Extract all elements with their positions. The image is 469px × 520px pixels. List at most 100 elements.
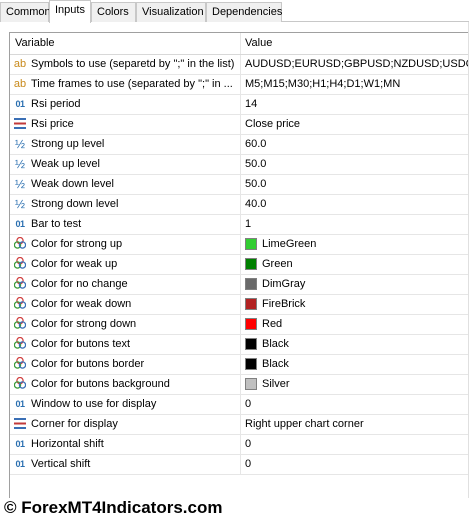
- value-cell[interactable]: AUDUSD;EURUSD;GBPUSD;NZDUSD;USDCH...: [242, 55, 469, 74]
- color-swatch: [245, 338, 257, 350]
- value-cell[interactable]: Right upper chart corner: [242, 415, 469, 434]
- value-cell[interactable]: M5;M15;M30;H1;H4;D1;W1;MN: [242, 75, 469, 94]
- table-row[interactable]: 01 Rsi period 14: [10, 95, 469, 115]
- variable-cell[interactable]: Color for butons background: [10, 375, 241, 394]
- table-row[interactable]: Color for weak down FireBrick: [10, 295, 469, 315]
- variable-name: Color for weak down: [31, 298, 132, 310]
- table-row[interactable]: Color for strong up LimeGreen: [10, 235, 469, 255]
- integer-icon: 01: [15, 439, 25, 449]
- value-cell[interactable]: Silver: [242, 375, 469, 394]
- variable-cell[interactable]: Color for strong down: [10, 315, 241, 334]
- color-swatch: [245, 278, 257, 290]
- double-icon: ½: [14, 197, 25, 211]
- variable-name: Window to use for display: [31, 398, 157, 410]
- column-header-variable[interactable]: Variable: [10, 33, 241, 54]
- variable-name: Weak up level: [31, 158, 100, 170]
- value-cell[interactable]: Black: [242, 335, 469, 354]
- table-row[interactable]: Rsi price Close price: [10, 115, 469, 135]
- variable-cell[interactable]: 01 Vertical shift: [10, 455, 241, 474]
- value-text: M5;M15;M30;H1;H4;D1;W1;MN: [245, 78, 401, 90]
- value-cell[interactable]: 50.0: [242, 155, 469, 174]
- table-row[interactable]: Corner for display Right upper chart corn…: [10, 415, 469, 435]
- table-row[interactable]: Color for no change DimGray: [10, 275, 469, 295]
- variable-cell[interactable]: 01 Bar to test: [10, 215, 241, 234]
- tab-bar: Common Inputs Colors Visualization Depen…: [0, 0, 469, 23]
- tab-label: Common: [6, 6, 51, 18]
- value-cell[interactable]: 0: [242, 435, 469, 454]
- variable-cell[interactable]: Color for strong up: [10, 235, 241, 254]
- table-row[interactable]: ab Symbols to use (separetd by ";" in the…: [10, 55, 469, 75]
- table-row[interactable]: ½ Strong down level 40.0: [10, 195, 469, 215]
- value-text: 0: [245, 458, 252, 470]
- variable-cell[interactable]: 01 Rsi period: [10, 95, 241, 114]
- variable-cell[interactable]: Color for weak up: [10, 255, 241, 274]
- tab-common[interactable]: Common: [0, 2, 51, 22]
- variable-cell[interactable]: Color for no change: [10, 275, 241, 294]
- table-row[interactable]: ab Time frames to use (separated by ";" i…: [10, 75, 469, 95]
- table-row[interactable]: ½ Weak up level 50.0: [10, 155, 469, 175]
- table-row[interactable]: Color for butons border Black: [10, 355, 469, 375]
- variable-cell[interactable]: ½ Weak down level: [10, 175, 241, 194]
- value-text: AUDUSD;EURUSD;GBPUSD;NZDUSD;USDCH...: [245, 58, 469, 70]
- variable-name: Symbols to use (separetd by ";" in the l…: [31, 58, 235, 70]
- variable-cell[interactable]: ab Time frames to use (separated by ";" i…: [10, 75, 241, 94]
- value-cell[interactable]: Green: [242, 255, 469, 274]
- table-row[interactable]: Color for butons text Black: [10, 335, 469, 355]
- value-cell[interactable]: Black: [242, 355, 469, 374]
- value-cell[interactable]: Close price: [242, 115, 469, 134]
- value-text: Green: [262, 258, 293, 270]
- variable-cell[interactable]: Corner for display: [10, 415, 241, 434]
- color-swatch: [245, 358, 257, 370]
- table-row[interactable]: ½ Weak down level 50.0: [10, 175, 469, 195]
- column-header-value[interactable]: Value: [242, 33, 469, 54]
- color-swatch: [245, 258, 257, 270]
- variable-name: Vertical shift: [31, 458, 91, 470]
- variable-cell[interactable]: ab Symbols to use (separetd by ";" in the…: [10, 55, 241, 74]
- variable-cell[interactable]: ½ Strong down level: [10, 195, 241, 214]
- value-text: Black: [262, 358, 289, 370]
- variable-name: Horizontal shift: [31, 438, 104, 450]
- value-cell[interactable]: 1: [242, 215, 469, 234]
- color-swatch: [245, 318, 257, 330]
- color-icon: [13, 235, 27, 254]
- value-cell[interactable]: 40.0: [242, 195, 469, 214]
- string-icon: ab: [13, 78, 27, 90]
- variable-name: Rsi price: [31, 118, 74, 130]
- tab-visualization[interactable]: Visualization: [136, 2, 206, 22]
- value-cell[interactable]: 0: [242, 455, 469, 474]
- tab-inputs[interactable]: Inputs: [49, 0, 91, 23]
- variable-cell[interactable]: 01 Window to use for display: [10, 395, 241, 414]
- color-icon: [13, 295, 27, 314]
- table-row[interactable]: Color for strong down Red: [10, 315, 469, 335]
- value-cell[interactable]: LimeGreen: [242, 235, 469, 254]
- variable-cell[interactable]: Rsi price: [10, 115, 241, 134]
- value-cell[interactable]: Red: [242, 315, 469, 334]
- value-cell[interactable]: FireBrick: [242, 295, 469, 314]
- variable-cell[interactable]: Color for weak down: [10, 295, 241, 314]
- value-text: 0: [245, 398, 252, 410]
- value-cell[interactable]: 0: [242, 395, 469, 414]
- variable-name: Color for butons border: [31, 358, 145, 370]
- tab-colors[interactable]: Colors: [91, 2, 136, 22]
- integer-icon: 01: [15, 399, 25, 409]
- variable-cell[interactable]: Color for butons border: [10, 355, 241, 374]
- value-text: Silver: [262, 378, 290, 390]
- variable-cell[interactable]: 01 Horizontal shift: [10, 435, 241, 454]
- table-row[interactable]: 01 Bar to test 1: [10, 215, 469, 235]
- tab-dependencies[interactable]: Dependencies: [206, 2, 282, 22]
- value-cell[interactable]: 50.0: [242, 175, 469, 194]
- value-text: 60.0: [245, 138, 267, 150]
- table-row[interactable]: 01 Vertical shift 0: [10, 455, 469, 475]
- table-row[interactable]: ½ Strong up level 60.0: [10, 135, 469, 155]
- variable-cell[interactable]: Color for butons text: [10, 335, 241, 354]
- table-row[interactable]: Color for weak up Green: [10, 255, 469, 275]
- variable-cell[interactable]: ½ Weak up level: [10, 155, 241, 174]
- value-cell[interactable]: 60.0: [242, 135, 469, 154]
- table-row[interactable]: 01 Horizontal shift 0: [10, 435, 469, 455]
- value-cell[interactable]: 14: [242, 95, 469, 114]
- color-icon: [13, 275, 27, 294]
- table-row[interactable]: Color for butons background Silver: [10, 375, 469, 395]
- table-row[interactable]: 01 Window to use for display 0: [10, 395, 469, 415]
- variable-cell[interactable]: ½ Strong up level: [10, 135, 241, 154]
- value-cell[interactable]: DimGray: [242, 275, 469, 294]
